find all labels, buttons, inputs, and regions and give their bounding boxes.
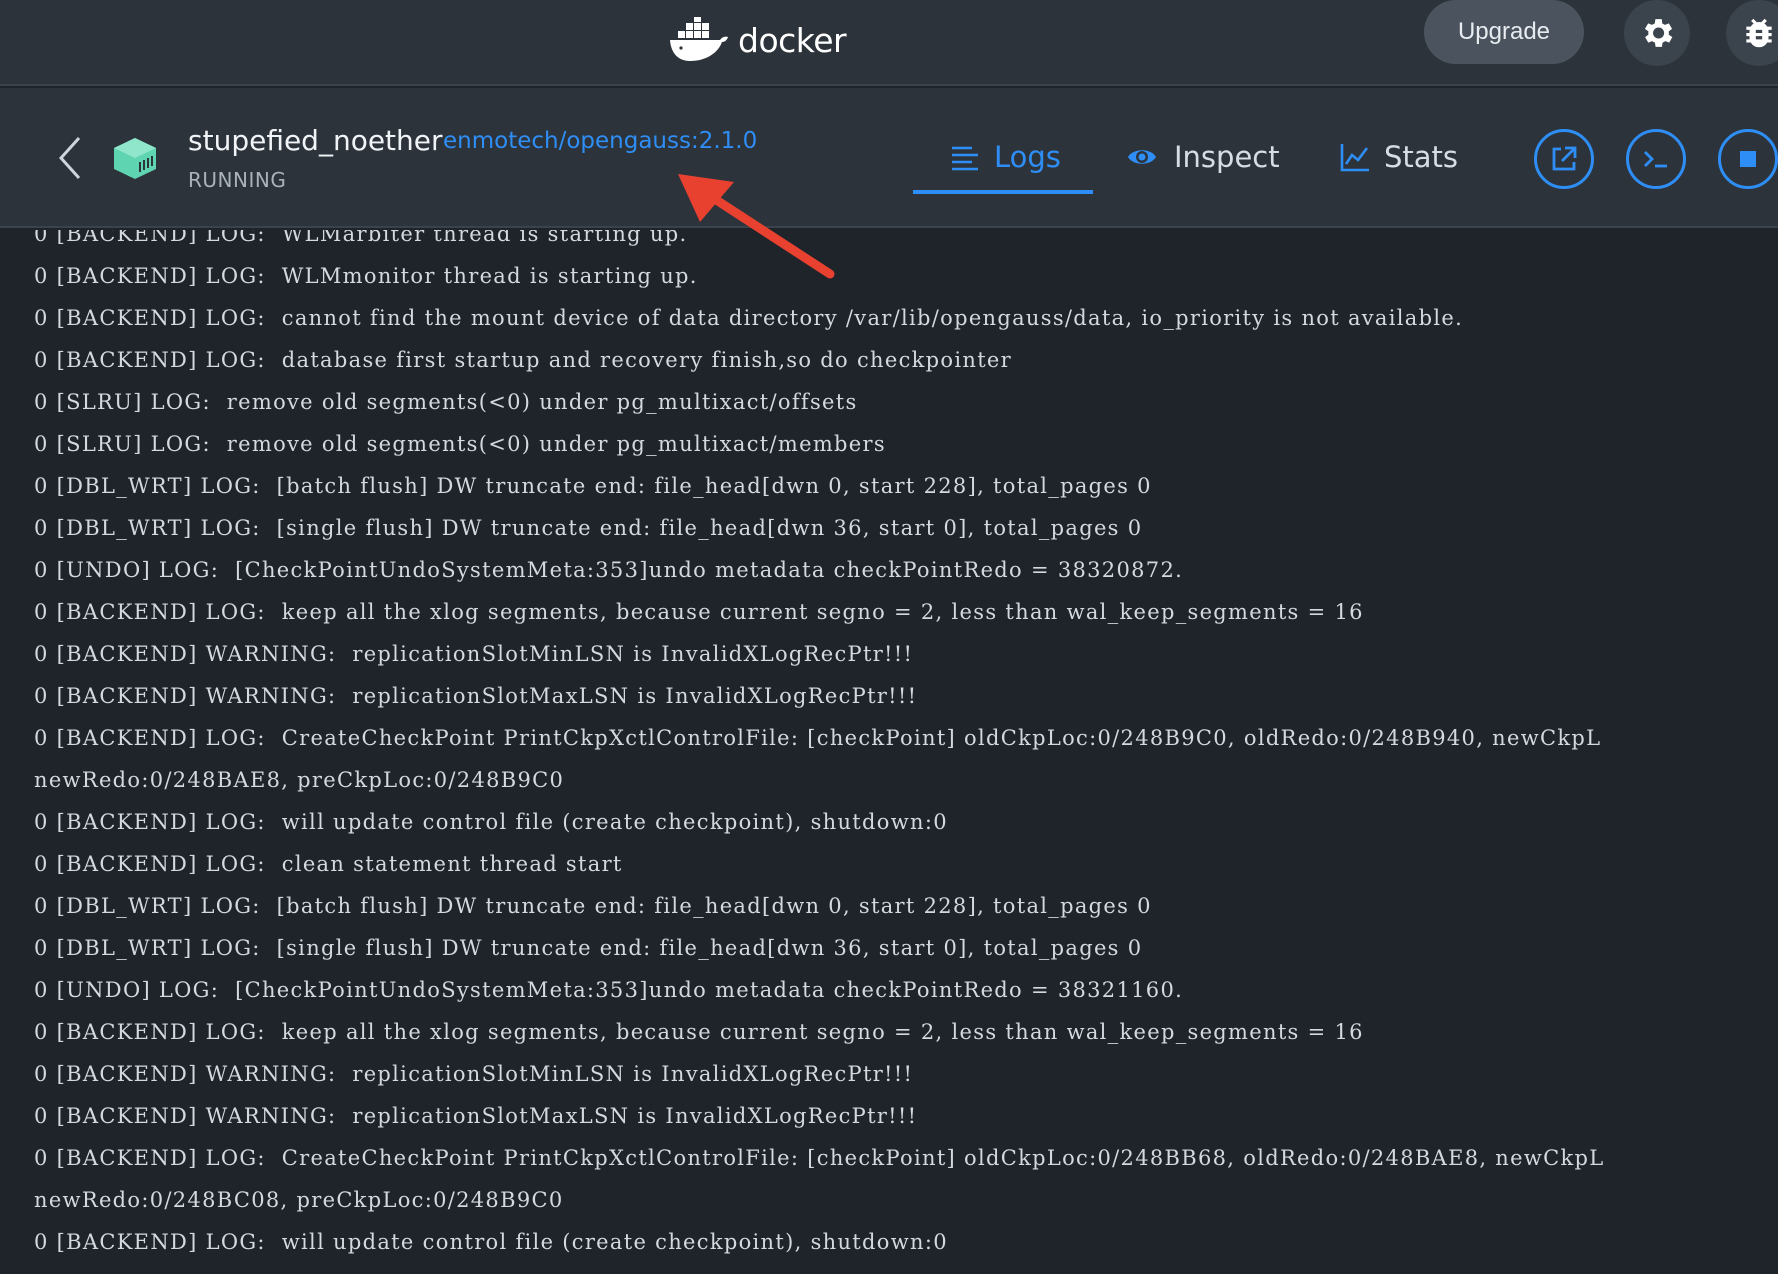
log-line: 0 [DBL_WRT] LOG: [single flush] DW trunc… — [34, 516, 1143, 540]
log-line-continuation: newRedo:0/248BC08, preCkpLoc:0/248B9C0 — [34, 1188, 564, 1212]
log-line: 0 [UNDO] LOG: [CheckPointUndoSystemMeta:… — [34, 558, 1184, 582]
upgrade-button[interactable]: Upgrade — [1424, 0, 1584, 64]
log-line-continuation: newRedo:0/248BAE8, preCkpLoc:0/248B9C0 — [34, 768, 565, 792]
container-header: stupefied_noether enmotech/opengauss:2.1… — [0, 88, 1778, 228]
terminal-icon — [1644, 151, 1667, 168]
tab-logs[interactable]: Logs — [950, 132, 1061, 182]
container-icon — [114, 138, 156, 179]
brand-name: docker — [738, 20, 847, 60]
log-line: 0 [BACKEND] LOG: will update control fil… — [34, 1230, 948, 1254]
log-line: 0 [SLRU] LOG: remove old segments(<0) un… — [34, 432, 886, 456]
tab-inspect[interactable]: Inspect — [1124, 132, 1280, 182]
status-badge: RUNNING — [188, 168, 287, 192]
bug-icon — [1746, 18, 1772, 48]
docker-whale-icon — [670, 17, 728, 61]
eye-icon — [1128, 150, 1156, 164]
log-line: 0 [SLRU] LOG: remove old segments(<0) un… — [34, 390, 858, 414]
log-line: 0 [BACKEND] LOG: cannot find the mount d… — [34, 306, 1464, 330]
log-line: 0 [BACKEND] LOG: WLMmonitor thread is st… — [34, 264, 698, 288]
log-line: 0 [DBL_WRT] LOG: [single flush] DW trunc… — [34, 936, 1143, 960]
log-line: 0 [BACKEND] WARNING: replicationSlotMinL… — [34, 1062, 914, 1086]
tab-stats[interactable]: Stats — [1340, 132, 1458, 182]
docker-logo: docker — [668, 10, 847, 70]
cli-button[interactable] — [1626, 129, 1686, 189]
log-line: 0 [BACKEND] LOG: clean statement thread … — [34, 852, 623, 876]
settings-button[interactable] — [1624, 0, 1690, 66]
tab-stats-label: Stats — [1384, 140, 1459, 174]
log-line: 0 [BACKEND] WARNING: replicationSlotMaxL… — [34, 684, 918, 708]
stop-button[interactable] — [1718, 129, 1778, 189]
log-line: 0 [BACKEND] LOG: will update control fil… — [34, 810, 948, 834]
chevron-left-icon — [58, 136, 81, 180]
top-bar: docker Upgrade — [0, 0, 1778, 86]
log-line: 0 [UNDO] LOG: [CheckPointUndoSystemMeta:… — [34, 978, 1184, 1002]
log-line: 0 [BACKEND] WARNING: replicationSlotMaxL… — [34, 1104, 918, 1128]
log-line: 0 [DBL_WRT] LOG: [batch flush] DW trunca… — [34, 474, 1152, 498]
troubleshoot-button[interactable] — [1726, 0, 1778, 66]
log-line: 0 [BACKEND] LOG: keep all the xlog segme… — [34, 600, 1364, 624]
stop-icon — [1740, 151, 1756, 167]
active-tab-indicator — [913, 190, 1093, 194]
gear-icon — [1644, 19, 1673, 47]
container-name: stupefied_noether — [188, 124, 443, 157]
log-line: 0 [BACKEND] LOG: keep all the xlog segme… — [34, 1020, 1364, 1044]
tab-inspect-label: Inspect — [1174, 140, 1280, 174]
chart-icon — [1340, 144, 1369, 172]
back-button[interactable] — [52, 134, 88, 182]
image-link[interactable]: enmotech/opengauss:2.1.0 — [443, 128, 757, 154]
log-line: 0 [DBL_WRT] LOG: [batch flush] DW trunca… — [34, 894, 1152, 918]
log-line: 0 [BACKEND] WARNING: replicationSlotMinL… — [34, 642, 914, 666]
lines-icon — [952, 146, 978, 171]
log-line: 0 [BACKEND] LOG: database first startup … — [34, 348, 1012, 372]
log-line: 0 [BACKEND] LOG: WLMarbiter thread is st… — [34, 230, 688, 246]
log-output[interactable]: 0 [BACKEND] LOG: WLMarbiter thread is st… — [0, 230, 1778, 1274]
open-external-icon — [1552, 146, 1577, 171]
open-in-browser-button[interactable] — [1534, 129, 1594, 189]
log-line: 0 [BACKEND] LOG: CreateCheckPoint PrintC… — [34, 1146, 1605, 1170]
log-line: 0 [BACKEND] LOG: CreateCheckPoint PrintC… — [34, 726, 1602, 750]
tab-logs-label: Logs — [994, 140, 1061, 174]
